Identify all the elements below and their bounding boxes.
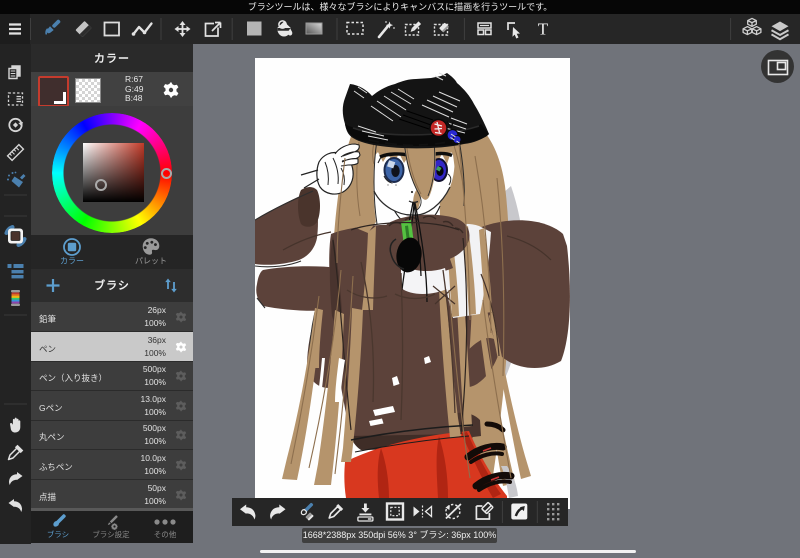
svg-text:ブラシ設定: ブラシ設定 [92,529,130,539]
svg-text:カラー: カラー [60,257,84,266]
svg-text:その他: その他 [154,529,177,539]
svg-text:ブラシ: ブラシ [47,529,69,539]
svg-text:T: T [538,20,549,39]
svg-text:パレット: パレット [135,257,167,266]
